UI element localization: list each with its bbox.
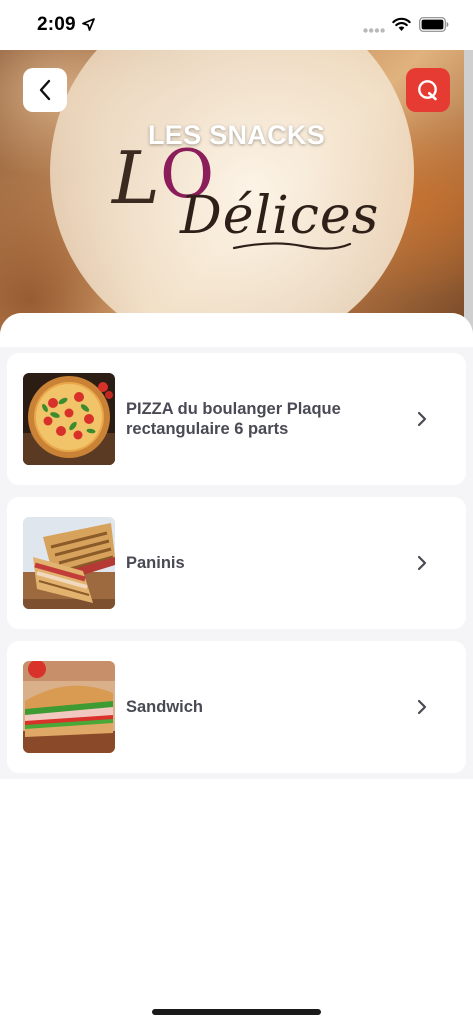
battery-icon	[419, 17, 449, 32]
pizza-thumbnail	[23, 373, 115, 465]
snack-list: PIZZA du boulanger Plaque rectangulaire …	[0, 313, 473, 779]
sandwich-thumbnail	[23, 661, 115, 753]
list-item-paninis[interactable]: Paninis	[7, 497, 466, 629]
list-panel-cap	[0, 313, 473, 347]
logo-letter-l: L	[112, 136, 160, 220]
home-indicator[interactable]	[152, 1009, 321, 1015]
item-label: Sandwich	[126, 698, 204, 716]
panini-thumbnail	[23, 517, 115, 609]
location-arrow-icon	[82, 18, 95, 31]
list-item-pizza[interactable]: PIZZA du boulanger Plaque rectangulaire …	[7, 353, 466, 485]
item-label: Paninis	[126, 554, 185, 572]
list-item-sandwich[interactable]: Sandwich	[7, 641, 466, 773]
chevron-right-icon	[417, 699, 427, 715]
status-bar: 2:09	[0, 0, 473, 50]
signal-dots-icon	[363, 28, 385, 33]
hero-scrollbar[interactable]	[464, 50, 473, 350]
back-button[interactable]	[23, 68, 67, 112]
chevron-right-icon	[417, 555, 427, 571]
logo-text: Délices	[180, 186, 380, 246]
chevron-right-icon	[417, 411, 427, 427]
item-label: PIZZA du boulanger Plaque rectangulaire …	[126, 400, 341, 438]
screen: 2:09 L O Délices LES SNACKS PIZZA du bou…	[0, 0, 473, 1024]
search-icon	[418, 80, 437, 101]
chevron-left-icon	[39, 79, 51, 101]
wifi-icon	[392, 17, 411, 31]
status-time: 2:09	[37, 14, 76, 35]
page-title: LES SNACKS	[147, 120, 326, 150]
search-button[interactable]	[406, 68, 450, 112]
logo-swash	[232, 242, 352, 250]
hero-banner: L O Délices LES SNACKS	[0, 50, 473, 350]
